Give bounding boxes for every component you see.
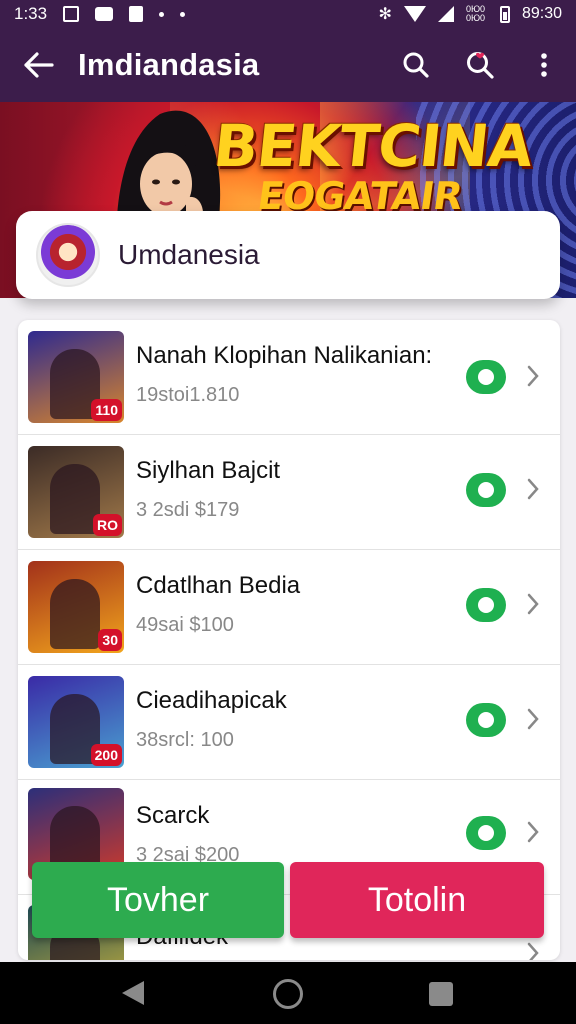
page-title: Imdiandasia: [78, 47, 260, 82]
item-title: Scarck: [136, 802, 210, 829]
item-subtitle: 49sai $100: [136, 614, 234, 636]
favorite-search-button[interactable]: [448, 28, 512, 102]
system-nav-bar: [0, 962, 576, 1024]
item-text: Siylhan Bajcit 3 2sdi $179: [136, 457, 280, 522]
image-notification-icon: [63, 6, 80, 22]
channel-card[interactable]: Umdanesia: [16, 211, 560, 299]
item-title: Cdatlhan Bedia: [136, 572, 301, 599]
thumbnail-badge: 110: [91, 399, 122, 421]
item-text: Cieadihapicak 38srcl: 100: [136, 687, 287, 752]
app-notification-icon: [129, 6, 144, 22]
item-text: Cdatlhan Bedia 49sai $100: [136, 572, 300, 637]
status-toggle[interactable]: [466, 588, 506, 622]
signal-icon: [437, 6, 454, 22]
toggle-knob: [478, 482, 494, 498]
notification-dot-icon: [159, 11, 165, 17]
status-right: ✻ 0Ю0 0Ю0 89:30: [379, 4, 562, 24]
banner-title: BEKTCINA: [210, 112, 536, 180]
back-button[interactable]: [0, 28, 78, 102]
toggle-knob: [478, 712, 494, 728]
thumbnail-badge: RO: [93, 514, 122, 536]
item-text: Nanah Klopihan Nalikanian: 19stoi1.810: [136, 342, 432, 407]
game-thumbnail: 200: [28, 676, 124, 768]
list-item[interactable]: RO Siylhan Bajcit 3 2sdi $179: [18, 435, 560, 550]
status-time: 1:33: [14, 4, 48, 23]
vibrate-icon: ✻: [378, 6, 392, 23]
status-toggle[interactable]: [466, 473, 506, 507]
toggle-knob: [478, 597, 494, 613]
item-title: Nanah Klopihan Nalikanian:: [136, 342, 433, 369]
game-thumbnail: 30: [28, 561, 124, 653]
wifi-icon: [403, 6, 426, 22]
item-subtitle: 38srcl: 100: [136, 729, 234, 751]
status-bar: 1:33 ✻ 0Ю0 0Ю0 89:30: [0, 0, 576, 28]
search-icon: [403, 52, 429, 78]
chevron-right-icon[interactable]: [526, 820, 540, 844]
item-subtitle: 3 2sdi $179: [136, 499, 240, 521]
battery-icon: [499, 5, 510, 23]
item-text: Scarck 3 2sai $200: [136, 802, 239, 867]
app-bar: Imdiandasia: [0, 28, 576, 102]
list-item[interactable]: 30 Cdatlhan Bedia 49sai $100: [18, 550, 560, 665]
item-title: Siylhan Bajcit: [136, 457, 281, 484]
game-thumbnail: 110: [28, 331, 124, 423]
chevron-right-icon[interactable]: [526, 941, 540, 960]
list-item[interactable]: 110 Nanah Klopihan Nalikanian: 19stoi1.8…: [18, 320, 560, 435]
status-toggle[interactable]: [466, 816, 506, 850]
app-actions: [384, 28, 576, 102]
chevron-right-icon[interactable]: [526, 364, 540, 388]
chevron-right-icon[interactable]: [526, 592, 540, 616]
nav-home-icon[interactable]: [273, 979, 303, 1009]
chevron-right-icon[interactable]: [526, 477, 540, 501]
more-options-button[interactable]: [512, 28, 576, 102]
arrow-back-icon: [24, 52, 54, 78]
toggle-knob: [478, 369, 494, 385]
avatar: [36, 223, 100, 287]
message-notification-icon: [95, 7, 114, 21]
notification-dot-icon: [180, 11, 186, 17]
channel-name: Umdanesia: [118, 239, 260, 270]
item-title: Cieadihapicak: [136, 687, 287, 714]
thumbnail-figure: [50, 579, 100, 649]
nav-back-icon[interactable]: [122, 981, 144, 1005]
search-heart-icon: [467, 52, 494, 79]
thumbnail-badge: 30: [98, 629, 122, 651]
thumbnail-badge: 200: [90, 744, 122, 766]
status-toggle[interactable]: [466, 703, 506, 737]
list-item[interactable]: 200 Cieadihapicak 38srcl: 100: [18, 665, 560, 780]
green-action-button[interactable]: Tovher: [32, 862, 284, 938]
toggle-knob: [478, 825, 494, 841]
search-button[interactable]: [384, 28, 448, 102]
status-toggle[interactable]: [466, 360, 506, 394]
status-clock: 89:30: [521, 5, 562, 22]
status-left: 1:33: [14, 4, 186, 24]
nav-recents-icon[interactable]: [429, 982, 453, 1006]
more-vert-icon: [541, 53, 547, 77]
red-action-button[interactable]: Totolin: [290, 862, 544, 938]
network-speed: 0Ю0 0Ю0: [465, 4, 486, 23]
item-subtitle: 19stoi1.810: [136, 384, 240, 406]
game-thumbnail: RO: [28, 446, 124, 538]
chevron-right-icon[interactable]: [526, 707, 540, 731]
